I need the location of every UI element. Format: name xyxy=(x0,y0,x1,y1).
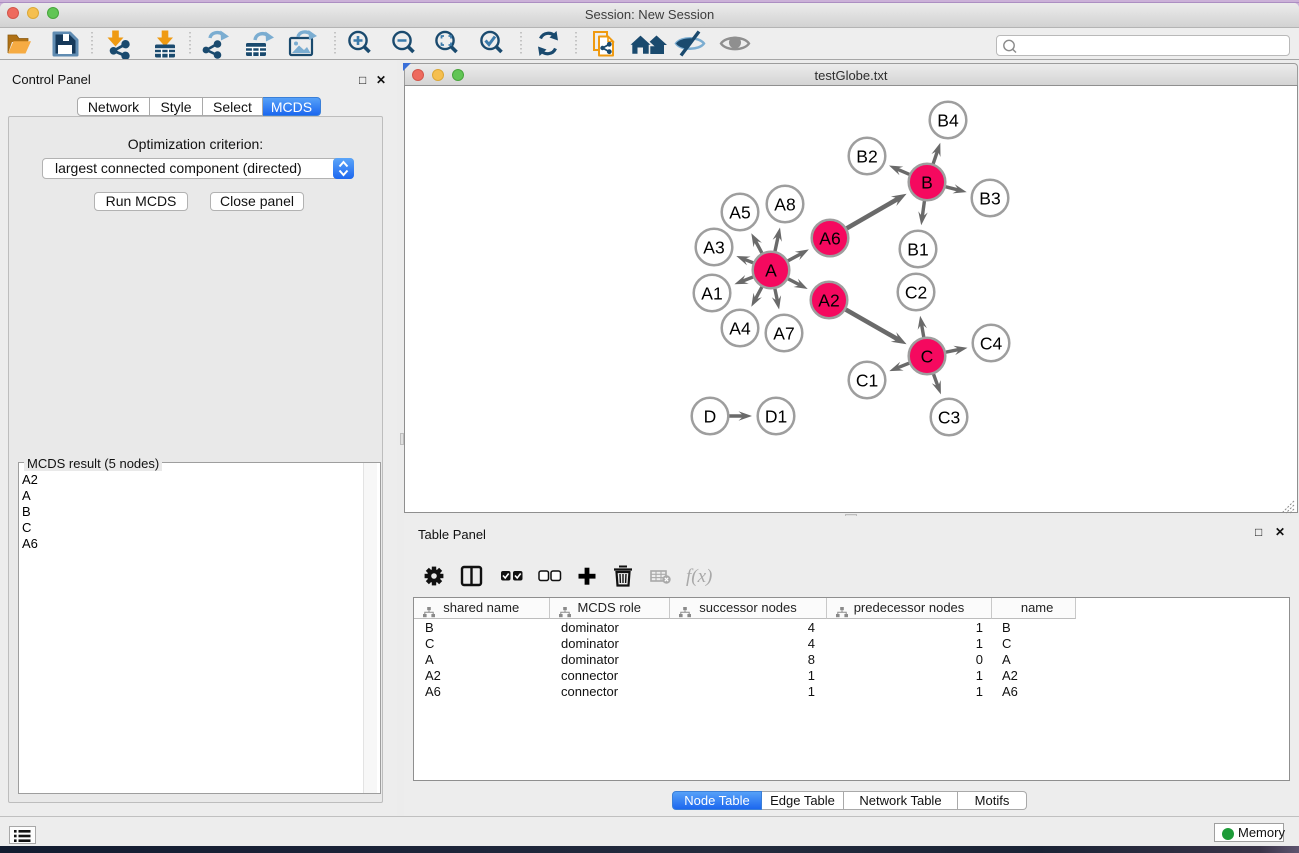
svg-text:C4: C4 xyxy=(980,333,1003,353)
svg-text:A7: A7 xyxy=(773,323,794,343)
svg-text:A3: A3 xyxy=(703,237,724,257)
svg-text:B1: B1 xyxy=(907,239,928,259)
svg-text:B: B xyxy=(921,172,933,192)
svg-text:A8: A8 xyxy=(774,194,795,214)
svg-text:D1: D1 xyxy=(765,406,787,426)
svg-text:C2: C2 xyxy=(905,282,927,302)
svg-text:B4: B4 xyxy=(937,110,959,130)
svg-text:A: A xyxy=(765,260,777,280)
svg-text:A4: A4 xyxy=(729,318,751,338)
svg-text:C1: C1 xyxy=(856,370,878,390)
svg-text:D: D xyxy=(704,406,717,426)
svg-text:A6: A6 xyxy=(819,228,840,248)
svg-text:A5: A5 xyxy=(729,202,750,222)
svg-text:f(x): f(x) xyxy=(686,566,712,587)
svg-text:B3: B3 xyxy=(979,188,1000,208)
svg-text:A1: A1 xyxy=(701,283,722,303)
svg-text:A2: A2 xyxy=(818,290,839,310)
svg-text:B2: B2 xyxy=(856,146,877,166)
svg-text:C: C xyxy=(921,346,934,366)
svg-text:C3: C3 xyxy=(938,407,960,427)
